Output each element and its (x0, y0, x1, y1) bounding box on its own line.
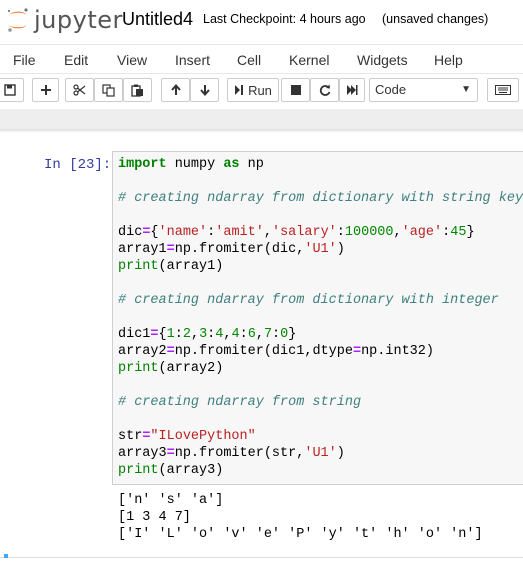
command-palette-button[interactable] (487, 78, 519, 102)
cell-output: ['n' 's' 'a'] [1 3 4 7] ['I' 'L' 'o' 'v' '… (118, 492, 483, 543)
notebook-header: jupyter Untitled4 Last Checkpoint: 4 hou… (0, 0, 523, 40)
checkpoint-status: Last Checkpoint: 4 hours ago (203, 12, 366, 26)
code-line[interactable]: str="ILovePython" (118, 428, 523, 445)
code-editor[interactable]: import numpy as np # creating ndarray fr… (118, 156, 523, 479)
paste-icon (131, 84, 143, 97)
cut-button[interactable] (65, 78, 94, 102)
code-line[interactable]: dic1={1:2,3:4,4:6,7:0} (118, 326, 523, 343)
arrow-down-icon (199, 85, 210, 96)
restart-button[interactable] (310, 78, 339, 102)
jupyter-brand[interactable]: jupyter (34, 6, 123, 34)
header-separator (0, 109, 523, 129)
paste-button[interactable] (123, 78, 152, 102)
unsaved-status: (unsaved changes) (382, 12, 489, 26)
cell-prompt: In [23]: (44, 157, 112, 173)
notebook-name[interactable]: Untitled4 (122, 9, 193, 30)
output-line: ['n' 's' 'a'] (118, 493, 224, 508)
jupyter-logo-icon[interactable] (6, 7, 30, 33)
code-line[interactable]: # creating ndarray from dictionary with … (118, 190, 523, 207)
restart-icon (319, 84, 330, 96)
menu-edit[interactable]: Edit (64, 52, 88, 68)
menu-kernel[interactable]: Kernel (289, 52, 329, 68)
move-up-button[interactable] (161, 78, 190, 102)
fast-forward-icon (347, 85, 358, 95)
menu-cell[interactable]: Cell (237, 52, 261, 68)
insert-cell-button[interactable] (32, 78, 59, 102)
code-line[interactable] (118, 377, 523, 394)
menu-file[interactable]: File (13, 52, 36, 68)
code-line[interactable] (118, 411, 523, 428)
step-forward-icon (235, 85, 244, 95)
dropdown-caret-icon: ▼ (461, 84, 471, 95)
plus-icon (40, 85, 51, 95)
code-line[interactable]: array3=np.fromiter(str,'U1') (118, 445, 523, 462)
copy-icon (102, 83, 115, 97)
interrupt-button[interactable] (281, 78, 310, 102)
header-shadow (0, 129, 523, 133)
code-line[interactable] (118, 173, 523, 190)
save-icon (4, 84, 16, 96)
menu-view[interactable]: View (117, 52, 147, 68)
code-line[interactable] (118, 207, 523, 224)
cell-marker (4, 554, 8, 558)
cut-icon (73, 84, 86, 96)
code-line[interactable] (118, 275, 523, 292)
toolbar: Run Code ▼ (0, 77, 523, 107)
code-line[interactable]: print(array2) (118, 360, 523, 377)
bottom-divider (0, 557, 523, 558)
code-line[interactable]: # creating ndarray from string (118, 394, 523, 411)
save-button[interactable] (0, 78, 24, 102)
code-line[interactable]: dic={'name':'amit','salary':100000,'age'… (118, 224, 523, 241)
menu-insert[interactable]: Insert (175, 52, 210, 68)
code-line[interactable] (118, 309, 523, 326)
menu-bar: File Edit View Insert Cell Kernel Widget… (0, 44, 523, 74)
code-line[interactable]: import numpy as np (118, 156, 523, 173)
arrow-up-icon (170, 84, 181, 95)
output-line: ['I' 'L' 'o' 'v' 'e' 'P' 'y' 't' 'h' 'o'… (118, 527, 483, 542)
code-line[interactable]: print(array3) (118, 462, 523, 479)
menu-help[interactable]: Help (434, 52, 463, 68)
stop-icon (290, 85, 301, 95)
copy-button[interactable] (94, 78, 123, 102)
code-line[interactable]: # creating ndarray from dictionary with … (118, 292, 523, 309)
code-line[interactable]: array1=np.fromiter(dic,'U1') (118, 241, 523, 258)
cell-type-select[interactable]: Code ▼ (369, 78, 478, 102)
code-line[interactable]: print(array1) (118, 258, 523, 275)
run-button[interactable]: Run (227, 78, 279, 102)
output-line: [1 3 4 7] (118, 510, 191, 525)
run-label: Run (248, 82, 272, 98)
code-line[interactable]: array2=np.fromiter(dic1,dtype=np.int32) (118, 343, 523, 360)
keyboard-icon (495, 85, 511, 95)
run-all-button[interactable] (339, 78, 365, 102)
cell-type-value: Code (375, 82, 407, 97)
menu-widgets[interactable]: Widgets (357, 52, 408, 68)
move-down-button[interactable] (190, 78, 219, 102)
